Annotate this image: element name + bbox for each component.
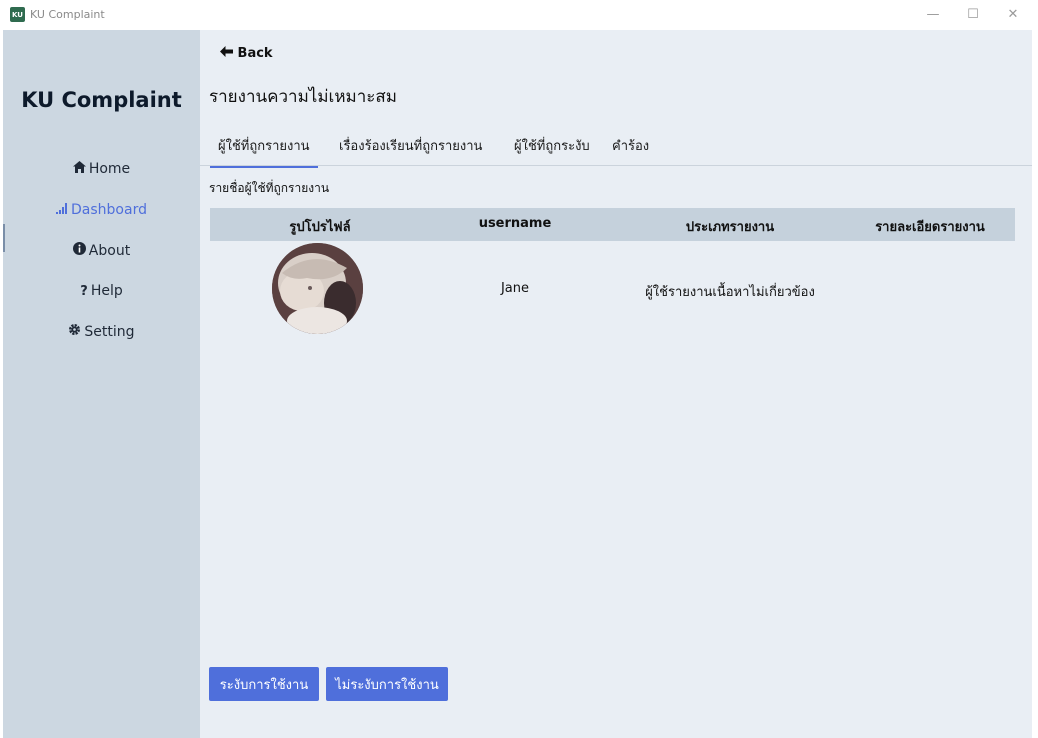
suspend-button[interactable]: ระงับการใช้งาน xyxy=(209,667,319,701)
back-button[interactable]: Back xyxy=(220,46,273,61)
column-header-username: username xyxy=(478,216,552,231)
tab-reported-complaints[interactable]: เรื่องร้องเรียนที่ถูกรายงาน xyxy=(339,135,482,166)
tab-reported-users[interactable]: ผู้ใช้ที่ถูกรายงาน xyxy=(210,135,318,168)
window-title: KU Complaint xyxy=(30,8,105,21)
sidebar-item-setting[interactable]: Setting xyxy=(3,323,200,340)
cell-report-type: ผู้ใช้รายงานเนื้อหาไม่เกี่ยวข้อง xyxy=(645,285,815,300)
tab-suspended-users[interactable]: ผู้ใช้ที่ถูกระงับ xyxy=(514,135,590,166)
sidebar-item-home[interactable]: Home xyxy=(3,161,200,177)
sidebar-item-about[interactable]: About xyxy=(3,242,200,259)
cell-username: Jane xyxy=(500,281,530,296)
maximize-button[interactable]: ☐ xyxy=(958,5,988,25)
sidebar-item-label: Home xyxy=(88,161,131,177)
gear-icon xyxy=(68,323,81,340)
question-icon: ? xyxy=(80,284,88,299)
sidebar-item-label: About xyxy=(88,243,131,259)
brand-title: KU Complaint xyxy=(21,88,182,112)
avatar xyxy=(272,243,363,334)
sidebar-item-label: Dashboard xyxy=(71,202,147,218)
tab-bar: ผู้ใช้ที่ถูกรายงาน เรื่องร้องเรียนที่ถูก… xyxy=(200,130,1032,168)
main-content: Back รายงานความไม่เหมาะสม ผู้ใช้ที่ถูกรา… xyxy=(200,30,1032,738)
column-header-report-type: ประเภทรายงาน xyxy=(685,220,775,235)
unsuspend-button[interactable]: ไม่ระงับการใช้งาน xyxy=(326,667,448,701)
close-button[interactable]: ✕ xyxy=(998,5,1028,25)
page-title: รายงานความไม่เหมาะสม xyxy=(209,87,398,107)
home-icon xyxy=(72,161,86,177)
section-label: รายชื่อผู้ใช้ที่ถูกรายงาน xyxy=(209,181,330,195)
table-row[interactable]: Jane ผู้ใช้รายงานเนื้อหาไม่เกี่ยวข้อง xyxy=(210,241,1015,341)
sidebar-item-dashboard[interactable]: Dashboard xyxy=(3,202,200,218)
table-header: รูปโปรไฟล์ username ประเภทรายงาน รายละเอ… xyxy=(210,208,1015,241)
sidebar-item-label: Setting xyxy=(84,324,135,340)
app-logo-icon: KU xyxy=(10,7,25,22)
arrow-left-icon xyxy=(220,46,238,61)
window-titlebar: KU KU Complaint — ☐ ✕ xyxy=(0,0,1038,30)
back-label: Back xyxy=(237,46,273,61)
bar-chart-icon xyxy=(56,203,68,218)
sidebar-item-help[interactable]: ? Help xyxy=(3,283,200,299)
column-header-profile: รูปโปรไฟล์ xyxy=(289,220,351,235)
sidebar: KU Complaint Home Dashboard About ? Help … xyxy=(3,30,200,738)
minimize-button[interactable]: — xyxy=(918,5,948,25)
column-header-report-details: รายละเอียดรายงาน xyxy=(875,220,985,235)
info-icon xyxy=(72,242,86,259)
sidebar-item-label: Help xyxy=(90,283,123,299)
tab-requests[interactable]: คำร้อง xyxy=(612,135,649,166)
